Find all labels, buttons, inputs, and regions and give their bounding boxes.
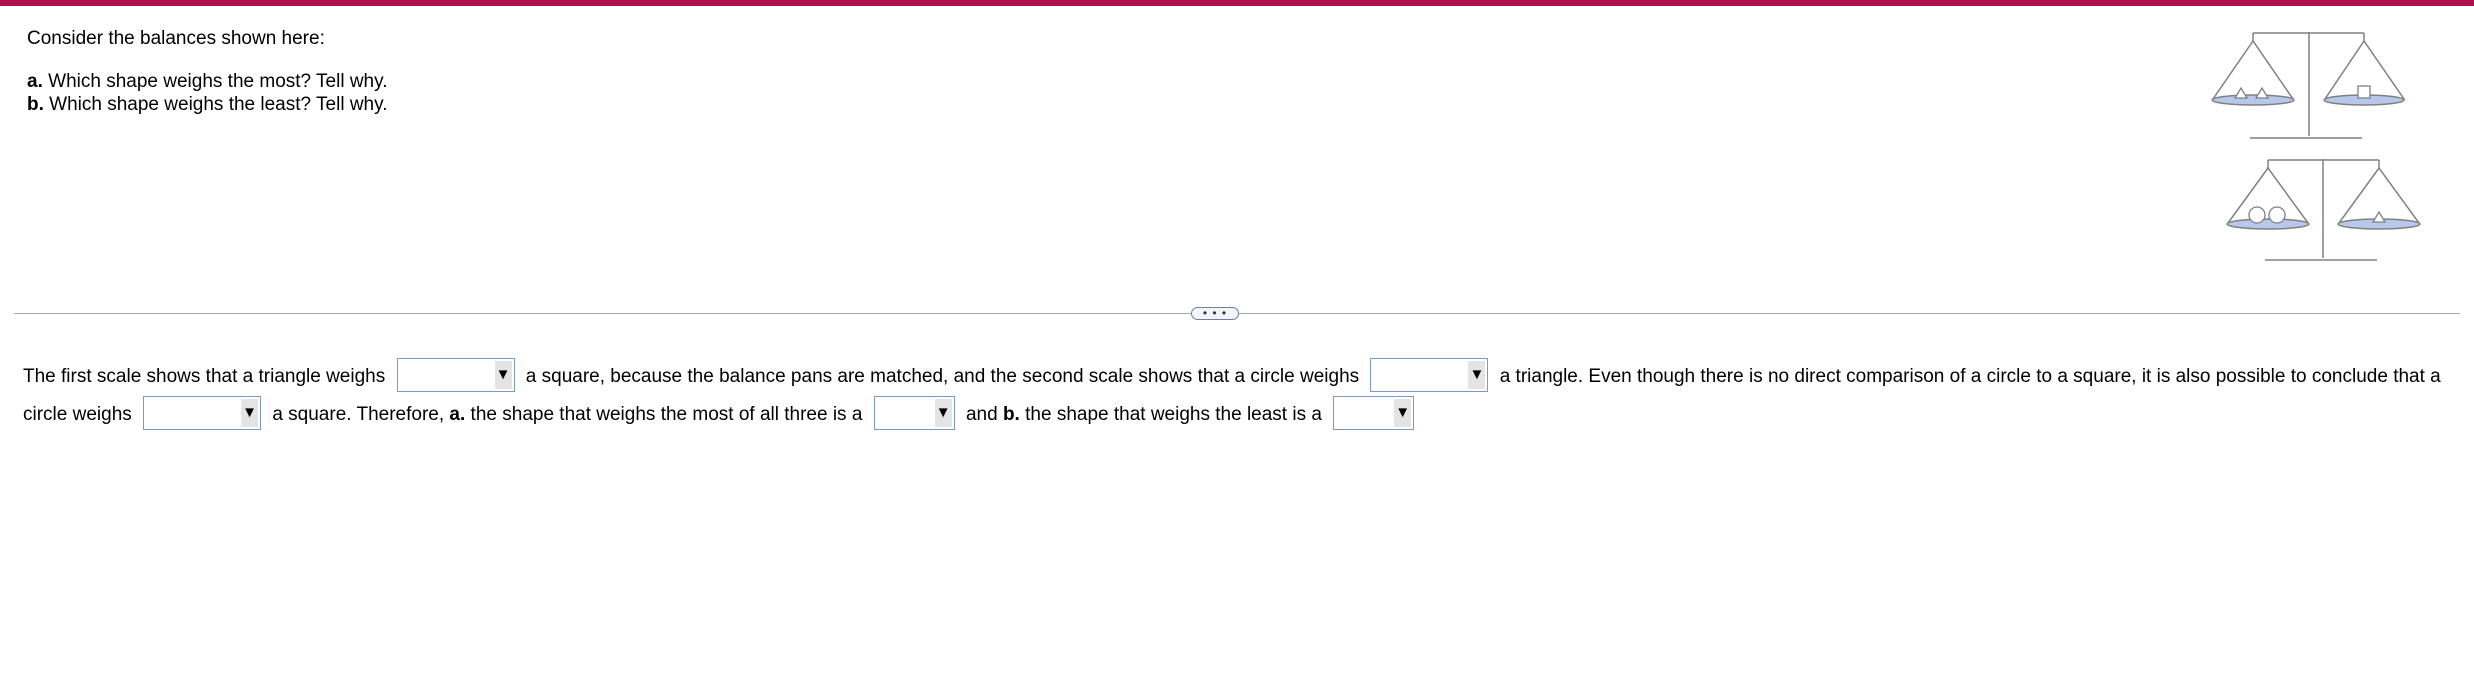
balance-scale-1 — [2211, 32, 2406, 139]
answer-text: the shape that weighs the most of all th… — [465, 404, 868, 425]
square-shape — [2357, 85, 2371, 99]
scale-1-left-pan — [2211, 94, 2295, 106]
scale-2-left-pan — [2226, 218, 2310, 230]
scale-2-left-hanger — [2226, 166, 2310, 224]
dropdown-arrow-icon: ▼ — [1394, 398, 1412, 427]
answer-text: the shape that weighs the least is a — [1019, 404, 1328, 425]
question-part-a: a. Which shape weighs the most? Tell why… — [27, 70, 388, 93]
question-part-b: b. Which shape weighs the least? Tell wh… — [27, 93, 388, 116]
answer-b-label: b. — [1002, 404, 1020, 425]
circle-shape — [2248, 206, 2266, 224]
circle-shape — [2268, 206, 2286, 224]
part-b-label: b. — [27, 94, 44, 115]
part-a-text: Which shape weighs the most? Tell why. — [42, 71, 388, 92]
answer-text: a square. Therefore, — [267, 404, 450, 425]
expand-more-button[interactable]: • • • — [1191, 307, 1239, 320]
part-a-label: a. — [27, 71, 43, 92]
balances-figure — [2211, 32, 2421, 261]
answer-paragraph: The first scale shows that a triangle we… — [23, 357, 2453, 434]
triangle-shape — [2254, 86, 2270, 99]
question-text: Consider the balances shown here: a. Whi… — [27, 27, 388, 116]
triangle-shape — [2233, 86, 2249, 99]
dropdown-arrow-icon: ▼ — [934, 398, 952, 427]
top-accent-bar — [0, 0, 2474, 6]
comparison-dropdown-1[interactable]: ▼ — [396, 357, 515, 392]
dropdown-arrow-icon: ▼ — [1468, 360, 1486, 389]
dropdown-arrow-icon: ▼ — [241, 398, 259, 427]
answer-text: The first scale shows that a triangle we… — [23, 366, 391, 387]
answer-a-label: a. — [449, 404, 466, 425]
heaviest-shape-dropdown[interactable]: ▼ — [873, 395, 955, 430]
answer-text: a square, because the balance pans are m… — [520, 366, 1365, 387]
comparison-dropdown-2[interactable]: ▼ — [1370, 357, 1489, 392]
question-intro: Consider the balances shown here: — [27, 28, 325, 49]
part-b-text: Which shape weighs the least? Tell why. — [43, 94, 388, 115]
triangle-shape — [2371, 210, 2387, 223]
scale-1-left-hanger — [2211, 39, 2295, 100]
dropdown-arrow-icon: ▼ — [494, 360, 512, 389]
answer-text: and — [960, 404, 1003, 425]
lightest-shape-dropdown[interactable]: ▼ — [1333, 395, 1415, 430]
comparison-dropdown-3[interactable]: ▼ — [143, 395, 262, 430]
